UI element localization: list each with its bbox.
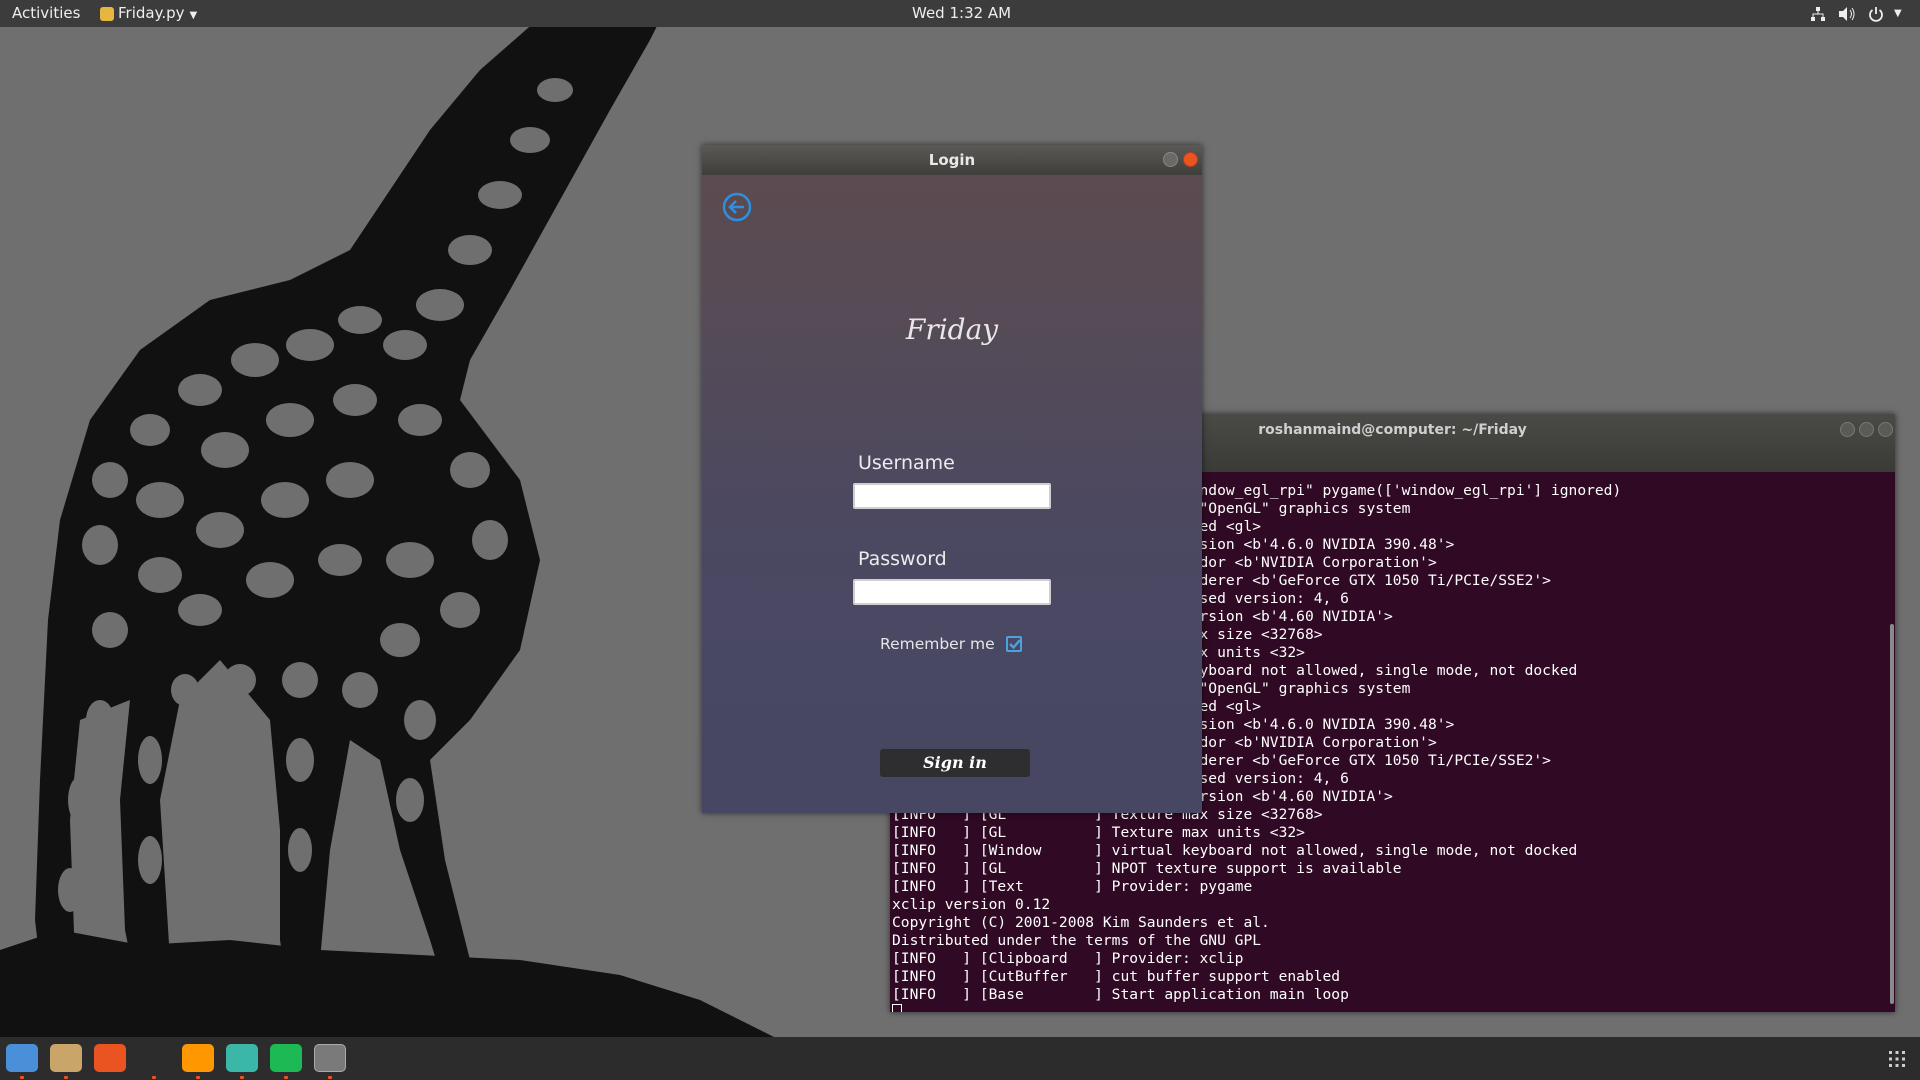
app-menu-label: Friday.py [118, 4, 185, 22]
remember-me-label: Remember me [880, 635, 995, 653]
app-menu[interactable]: Friday.py ▼ [100, 0, 197, 27]
maximize-button[interactable] [1859, 422, 1874, 437]
sublime-text-icon[interactable] [182, 1044, 214, 1072]
terminal-line: [INFO ] [Base ] Start application main l… [892, 986, 1349, 1003]
volume-icon[interactable] [1838, 0, 1856, 27]
running-indicator [328, 1076, 332, 1079]
terminal-line: Copyright (C) 2001-2008 Kim Saunders et … [892, 914, 1270, 931]
terminal-line: Distributed under the terms of the GNU G… [892, 932, 1262, 949]
terminal-scrollbar[interactable] [1890, 624, 1894, 1004]
sign-in-button[interactable]: Sign in [880, 749, 1030, 777]
activities-button[interactable]: Activities [12, 0, 80, 27]
top-bar: Activities Friday.py ▼ Wed 1:32 AM ▼ [0, 0, 1920, 27]
password-label: Password [858, 548, 947, 570]
terminal-line: [INFO ] [Window ] virtual keyboard not a… [892, 842, 1578, 859]
running-indicator [152, 1076, 156, 1079]
close-button[interactable] [1183, 152, 1198, 167]
terminal-line: [INFO ] [GL ] NPOT texture support is av… [892, 860, 1402, 877]
kivy-app-icon[interactable] [314, 1044, 346, 1072]
network-icon[interactable] [1810, 0, 1826, 27]
terminal-prompt[interactable] [892, 1004, 1895, 1012]
password-field[interactable] [853, 579, 1051, 605]
chevron-down-icon: ▼ [189, 10, 198, 21]
running-indicator [240, 1076, 244, 1079]
spotify-icon[interactable] [270, 1044, 302, 1072]
system-menu-chevron-icon[interactable]: ▼ [1894, 0, 1902, 27]
taskbar [0, 1037, 1920, 1080]
python-app-icon [100, 6, 114, 21]
remember-me-checkbox[interactable] [1006, 636, 1022, 652]
terminal-title: roshanmaind@computer: ~/Friday [1258, 422, 1527, 438]
show-applications-icon[interactable] [1888, 1050, 1906, 1068]
terminal-line: [INFO ] [Text ] Provider: pygame [892, 878, 1253, 895]
power-icon[interactable] [1868, 0, 1884, 27]
minimize-button[interactable] [1840, 422, 1855, 437]
login-titlebar[interactable]: Login [702, 145, 1202, 175]
terminal-line: [INFO ] [Clipboard ] Provider: xclip [892, 950, 1244, 967]
login-content: Friday Username Password Remember me Sig… [702, 175, 1202, 813]
terminal-line: [INFO ] [GL ] Texture max units <32> [892, 824, 1305, 841]
atom-icon[interactable] [226, 1044, 258, 1072]
files-icon[interactable] [50, 1044, 82, 1072]
running-indicator [196, 1076, 200, 1079]
running-indicator [64, 1076, 68, 1079]
login-title: Login [928, 151, 976, 169]
terminal-line: xclip version 0.12 [892, 896, 1051, 913]
software-center-icon[interactable] [94, 1044, 126, 1072]
running-indicator [284, 1076, 288, 1079]
minimize-button[interactable] [1163, 152, 1178, 167]
username-field[interactable] [853, 483, 1051, 509]
username-label: Username [858, 452, 955, 474]
checkmark-icon [1009, 639, 1021, 650]
chromium-icon[interactable] [6, 1044, 38, 1072]
close-button[interactable] [1878, 422, 1893, 437]
app-brand-title: Friday [905, 313, 999, 346]
back-arrow-icon[interactable] [722, 192, 752, 222]
terminal-line: [INFO ] [CutBuffer ] cut buffer support … [892, 968, 1341, 985]
login-window[interactable]: Login Friday Username Password Remember … [702, 145, 1202, 813]
clock[interactable]: Wed 1:32 AM [912, 0, 1011, 27]
running-indicator [20, 1076, 24, 1079]
terminal-cursor [892, 1004, 902, 1012]
terminal-icon[interactable] [138, 1044, 170, 1072]
